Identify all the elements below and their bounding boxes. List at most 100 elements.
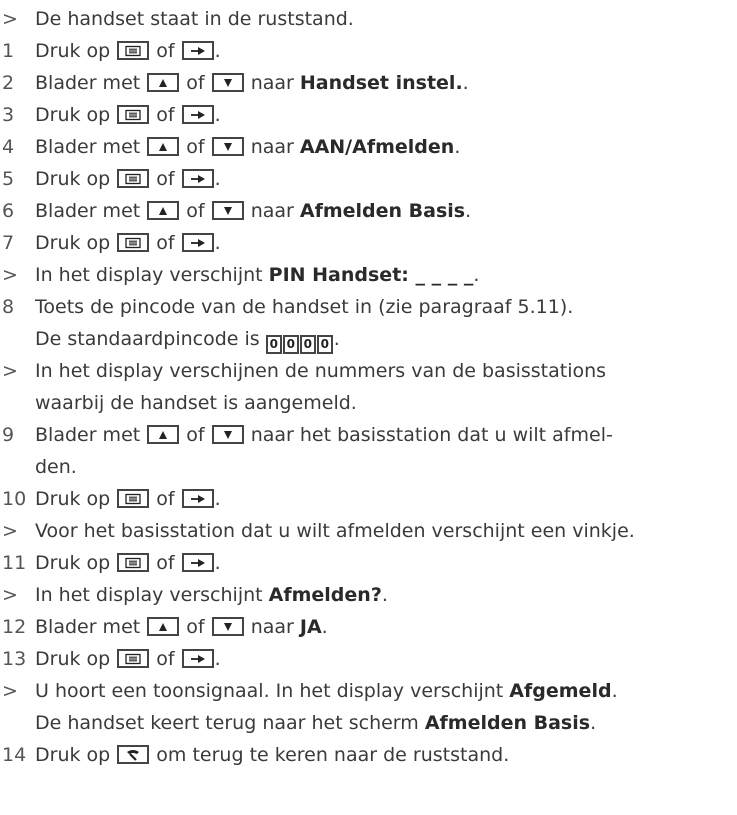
step-marker: 2 bbox=[2, 72, 15, 94]
step-line: Blader met of naar Handset instel.. bbox=[35, 67, 733, 99]
menu-key-icon bbox=[117, 649, 150, 668]
text-run: naar bbox=[244, 616, 300, 638]
instruction-step: > In het display verschijnt PIN Handset: … bbox=[0, 259, 737, 291]
text-run: Druk op bbox=[35, 552, 117, 574]
step-text: De handset staat in de ruststand. bbox=[35, 3, 737, 35]
step-line: Blader met of naar AAN/Afmelden. bbox=[35, 131, 733, 163]
step-marker: > bbox=[2, 360, 18, 382]
step-line: Druk op of . bbox=[35, 643, 733, 675]
instruction-step: 8 Toets de pincode van de handset in (zie… bbox=[0, 291, 737, 355]
instruction-step: > Voor het basisstation dat u wilt afmeld… bbox=[0, 515, 737, 547]
instruction-step: > In het display verschijnt Afmelden?. bbox=[0, 579, 737, 611]
step-line: Druk op of . bbox=[35, 35, 733, 67]
instruction-step: > De handset staat in de ruststand. bbox=[0, 3, 737, 35]
step-line: Blader met of naar het basisstation dat … bbox=[35, 419, 733, 451]
text-run: . bbox=[214, 232, 221, 254]
digit-key-icon: 0 bbox=[316, 335, 333, 354]
text-run: naar het basisstation dat u wilt afmel- bbox=[244, 424, 613, 446]
menu-key-icon bbox=[117, 553, 150, 572]
step-line: Druk op om terug te keren naar de rustst… bbox=[35, 739, 733, 771]
instruction-step: > In het display verschijnen de nummers v… bbox=[0, 355, 737, 419]
menu-key-icon bbox=[117, 41, 150, 60]
right-arrow-key-icon bbox=[181, 233, 214, 252]
instruction-step: 4 Blader met of naar AAN/Afmelden. bbox=[0, 131, 737, 163]
step-line: Druk op of . bbox=[35, 99, 733, 131]
step-text: Toets de pincode van de handset in (zie … bbox=[35, 291, 737, 355]
step-text: Blader met of naar Handset instel.. bbox=[35, 67, 737, 99]
instruction-step: 11 Druk op of . bbox=[0, 547, 737, 579]
step-marker: > bbox=[2, 584, 18, 606]
text-run: . bbox=[214, 168, 221, 190]
text-run: Blader met bbox=[35, 72, 147, 94]
text-run: of bbox=[150, 168, 181, 190]
text-run: den. bbox=[35, 456, 77, 478]
up-key-icon bbox=[147, 201, 180, 220]
instruction-step: 3 Druk op of . bbox=[0, 99, 737, 131]
down-key-icon bbox=[211, 617, 244, 636]
display-text: Afmelden Basis bbox=[299, 200, 466, 222]
text-run: . bbox=[214, 40, 221, 62]
text-run: . bbox=[611, 680, 618, 702]
text-run: . bbox=[590, 712, 597, 734]
step-text: Voor het basisstation dat u wilt afmelde… bbox=[35, 515, 737, 547]
step-text: U hoort een toonsignaal. In het display … bbox=[35, 675, 737, 739]
step-marker: > bbox=[2, 264, 18, 286]
step-line: Blader met of naar Afmelden Basis. bbox=[35, 195, 733, 227]
display-text: Handset instel. bbox=[299, 72, 463, 94]
step-marker: 11 bbox=[2, 552, 27, 574]
step-line: waarbij de handset is aangemeld. bbox=[35, 387, 733, 419]
step-line: Blader met of naar JA. bbox=[35, 611, 733, 643]
text-run: Druk op bbox=[35, 488, 117, 510]
instruction-step: 6 Blader met of naar Afmelden Basis. bbox=[0, 195, 737, 227]
text-run: Voor het basisstation dat u wilt afmelde… bbox=[35, 520, 635, 542]
menu-key-icon bbox=[117, 169, 150, 188]
step-text: Druk op of . bbox=[35, 163, 737, 195]
text-run: waarbij de handset is aangemeld. bbox=[35, 392, 357, 414]
text-run: naar bbox=[244, 136, 300, 158]
instruction-step: 9 Blader met of naar het basisstation dat… bbox=[0, 419, 737, 483]
step-marker: 13 bbox=[2, 648, 27, 670]
text-run: Druk op bbox=[35, 744, 117, 766]
text-run: Blader met bbox=[35, 616, 147, 638]
right-arrow-key-icon bbox=[181, 553, 214, 572]
down-key-icon bbox=[211, 73, 244, 92]
text-run: . bbox=[214, 104, 221, 126]
right-arrow-key-icon bbox=[181, 105, 214, 124]
step-text: Druk op of . bbox=[35, 227, 737, 259]
menu-key-icon bbox=[117, 489, 150, 508]
text-run: . bbox=[214, 648, 221, 670]
digit-key-icon: 0 bbox=[265, 335, 282, 354]
text-run: Druk op bbox=[35, 104, 117, 126]
text-run: De handset keert terug naar het scherm bbox=[35, 712, 425, 734]
digit-key-icon: 0 bbox=[299, 335, 316, 354]
text-run: naar bbox=[244, 72, 300, 94]
text-run: of bbox=[180, 72, 211, 94]
text-run: of bbox=[150, 104, 181, 126]
display-text: Afgemeld bbox=[509, 680, 612, 702]
instruction-step: 7 Druk op of . bbox=[0, 227, 737, 259]
up-key-icon bbox=[147, 617, 180, 636]
menu-key-icon bbox=[117, 105, 150, 124]
text-run: naar bbox=[244, 200, 300, 222]
step-line: De standaardpincode is 0000. bbox=[35, 323, 733, 355]
text-run: of bbox=[180, 616, 211, 638]
step-marker: 12 bbox=[2, 616, 27, 638]
step-line: In het display verschijnen de nummers va… bbox=[35, 355, 733, 387]
text-run: De handset staat in de ruststand. bbox=[35, 8, 354, 30]
text-run: of bbox=[150, 648, 181, 670]
step-line: De handset keert terug naar het scherm A… bbox=[35, 707, 733, 739]
text-run: of bbox=[150, 40, 181, 62]
text-run: Druk op bbox=[35, 40, 117, 62]
instruction-step: 10 Druk op of . bbox=[0, 483, 737, 515]
instruction-step: 12 Blader met of naar JA. bbox=[0, 611, 737, 643]
step-line: In het display verschijnt PIN Handset: _… bbox=[35, 259, 733, 291]
step-marker: 7 bbox=[2, 232, 15, 254]
step-text: In het display verschijnt Afmelden?. bbox=[35, 579, 737, 611]
step-text: Druk op om terug te keren naar de rustst… bbox=[35, 739, 737, 771]
text-run: In het display verschijnt bbox=[35, 264, 269, 286]
down-key-icon bbox=[211, 201, 244, 220]
step-marker: 10 bbox=[2, 488, 27, 510]
step-line: Druk op of . bbox=[35, 227, 733, 259]
text-run: . bbox=[454, 136, 461, 158]
step-text: Blader met of naar AAN/Afmelden. bbox=[35, 131, 737, 163]
